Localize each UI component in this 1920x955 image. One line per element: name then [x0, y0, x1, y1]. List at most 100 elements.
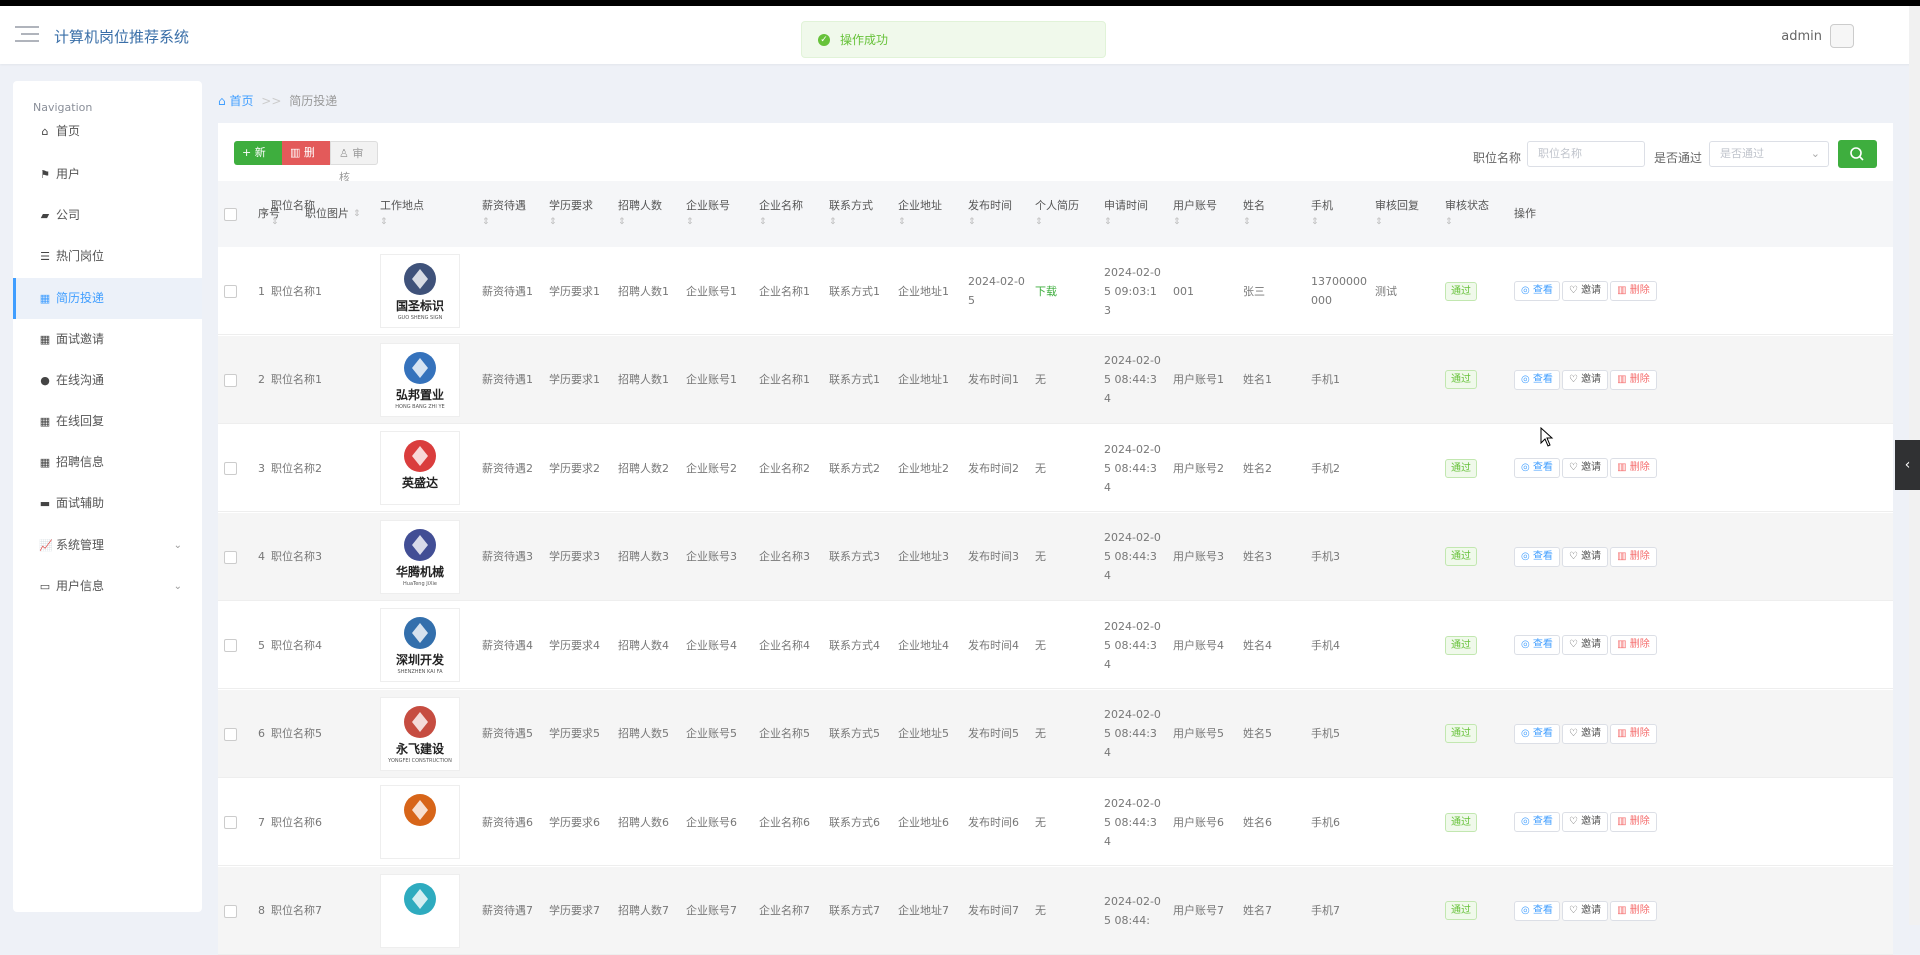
- invite-button[interactable]: ♡ 邀请: [1561, 369, 1609, 390]
- column-header-14[interactable]: 用户账号 ⇕: [1173, 181, 1217, 247]
- column-header-8[interactable]: 企业名称 ⇕: [759, 181, 803, 247]
- view-button[interactable]: ◎ 查看: [1514, 546, 1560, 567]
- row-checkbox[interactable]: [224, 816, 237, 829]
- sidebar-item-6[interactable]: ● 在线沟通: [13, 360, 202, 401]
- column-header-19[interactable]: 操作: [1514, 181, 1536, 247]
- row-checkbox[interactable]: [224, 904, 237, 918]
- invite-button[interactable]: ♡ 邀请: [1561, 546, 1609, 567]
- row-checkbox[interactable]: [224, 639, 237, 652]
- sort-icon[interactable]: ⇕: [1104, 214, 1148, 230]
- sidebar-item-1[interactable]: ⚑ 用户: [13, 154, 202, 195]
- sort-icon[interactable]: ⇕: [353, 206, 361, 222]
- delete-button[interactable]: ▥ 删除: [282, 141, 330, 183]
- column-header-11[interactable]: 发布时间 ⇕: [968, 181, 1012, 247]
- sort-icon[interactable]: ⇕: [482, 214, 526, 230]
- view-button[interactable]: ◎ 查看: [1514, 281, 1560, 301]
- audit-button[interactable]: ♙ 审核: [330, 141, 378, 184]
- delete-button[interactable]: ▥ 删除: [1610, 635, 1657, 655]
- column-header-3[interactable]: 工作地点 ⇕: [380, 181, 424, 247]
- sidebar-item-11[interactable]: ▭ 用户信息 ⌄: [13, 566, 202, 607]
- avatar[interactable]: [1830, 24, 1854, 48]
- view-button[interactable]: ◎ 查看: [1514, 458, 1560, 478]
- cell-user: 用户账号4: [1173, 638, 1224, 652]
- sidebar-item-10[interactable]: 📈 系统管理 ⌄: [13, 525, 202, 566]
- eye-icon: ◎: [1521, 550, 1533, 562]
- view-button[interactable]: ◎ 查看: [1514, 723, 1560, 744]
- invite-button[interactable]: ♡ 邀请: [1561, 900, 1609, 921]
- row-checkbox[interactable]: [224, 373, 237, 387]
- sort-icon[interactable]: ⇕: [686, 214, 730, 230]
- sidebar-item-4[interactable]: ▦ 简历投递: [13, 278, 202, 319]
- delete-button[interactable]: ▥ 删除: [1610, 900, 1657, 921]
- sort-icon[interactable]: ⇕: [380, 214, 424, 230]
- sort-icon[interactable]: ⇕: [549, 214, 593, 230]
- sidebar-item-0[interactable]: ⌂ 首页: [13, 111, 202, 152]
- delete-button[interactable]: ▥ 删除: [1610, 281, 1657, 301]
- column-header-2[interactable]: 职位图片 ⇕: [305, 181, 361, 247]
- column-header-5[interactable]: 学历要求 ⇕: [549, 181, 593, 247]
- sort-icon[interactable]: ⇕: [898, 214, 942, 230]
- column-header-9[interactable]: 联系方式 ⇕: [829, 181, 873, 247]
- column-header-13[interactable]: 申请时间 ⇕: [1104, 181, 1148, 247]
- invite-button[interactable]: ♡ 邀请: [1561, 635, 1609, 655]
- add-button[interactable]: + 新增: [234, 141, 282, 183]
- column-header-6[interactable]: 招聘人数 ⇕: [618, 181, 662, 247]
- delete-button[interactable]: ▥ 删除: [1610, 546, 1657, 567]
- row-checkbox[interactable]: [224, 550, 237, 564]
- column-header-7[interactable]: 企业账号 ⇕: [686, 181, 730, 247]
- cell-resume: 无: [1035, 373, 1046, 386]
- sidebar-item-2[interactable]: ▰ 公司: [13, 195, 202, 236]
- invite-button[interactable]: ♡ 邀请: [1561, 812, 1609, 832]
- column-header-17[interactable]: 审核回复 ⇕: [1375, 181, 1419, 247]
- column-header-18[interactable]: 审核状态 ⇕: [1445, 181, 1489, 247]
- menu-toggle-icon[interactable]: [15, 26, 39, 44]
- pass-status-select[interactable]: 是否通过 ⌄: [1709, 141, 1829, 167]
- cell-edu: 学历要求4: [549, 638, 600, 652]
- view-button[interactable]: ◎ 查看: [1514, 900, 1560, 921]
- sort-icon[interactable]: ⇕: [829, 214, 873, 230]
- invite-button[interactable]: ♡ 邀请: [1561, 723, 1609, 744]
- sort-icon[interactable]: ⇕: [968, 214, 1012, 230]
- delete-button[interactable]: ▥ 删除: [1610, 369, 1657, 390]
- collapse-panel-button[interactable]: ‹: [1895, 440, 1920, 490]
- cell-status: 通过: [1445, 867, 1477, 955]
- sort-icon[interactable]: ⇕: [1375, 214, 1419, 230]
- job-name-input[interactable]: 职位名称: [1527, 141, 1645, 167]
- invite-button[interactable]: ♡ 邀请: [1561, 281, 1609, 301]
- sidebar-item-7[interactable]: ▦ 在线回复: [13, 401, 202, 442]
- column-header-16[interactable]: 手机 ⇕: [1311, 181, 1333, 247]
- invite-button[interactable]: ♡ 邀请: [1561, 458, 1609, 478]
- sidebar-item-8[interactable]: ▦ 招聘信息: [13, 442, 202, 483]
- cell-contact: 联系方式5: [829, 727, 880, 740]
- user-name[interactable]: admin: [1781, 29, 1822, 44]
- search-button[interactable]: [1838, 140, 1877, 168]
- select-all-checkbox[interactable]: [224, 208, 237, 221]
- sort-icon[interactable]: ⇕: [1173, 214, 1217, 230]
- breadcrumb-home[interactable]: ⌂ 首页: [218, 94, 253, 108]
- column-header-4[interactable]: 薪资待遇 ⇕: [482, 181, 526, 247]
- delete-button[interactable]: ▥ 删除: [1610, 723, 1657, 744]
- row-checkbox[interactable]: [224, 727, 237, 741]
- sort-icon[interactable]: ⇕: [1243, 214, 1265, 230]
- sidebar-item-label: 用户: [56, 167, 81, 181]
- row-checkbox[interactable]: [224, 285, 237, 298]
- sort-icon[interactable]: ⇕: [618, 214, 662, 230]
- row-checkbox[interactable]: [224, 462, 237, 475]
- cell-resume[interactable]: 下载: [1035, 247, 1057, 335]
- column-header-label: 学历要求: [549, 199, 593, 212]
- view-button[interactable]: ◎ 查看: [1514, 635, 1560, 655]
- delete-button[interactable]: ▥ 删除: [1610, 812, 1657, 832]
- column-header-10[interactable]: 企业地址 ⇕: [898, 181, 942, 247]
- column-header-15[interactable]: 姓名 ⇕: [1243, 181, 1265, 247]
- column-header-12[interactable]: 个人简历 ⇕: [1035, 181, 1079, 247]
- sidebar-item-9[interactable]: ▬ 面试辅助: [13, 483, 202, 524]
- sort-icon[interactable]: ⇕: [1311, 214, 1333, 230]
- sidebar-item-3[interactable]: ☰ 热门岗位: [13, 236, 202, 277]
- delete-button[interactable]: ▥ 删除: [1610, 458, 1657, 478]
- view-button[interactable]: ◎ 查看: [1514, 812, 1560, 832]
- sort-icon[interactable]: ⇕: [1445, 214, 1489, 230]
- sort-icon[interactable]: ⇕: [759, 214, 803, 230]
- sort-icon[interactable]: ⇕: [1035, 214, 1079, 230]
- view-button[interactable]: ◎ 查看: [1514, 369, 1560, 390]
- sidebar-item-5[interactable]: ▦ 面试邀请: [13, 319, 202, 360]
